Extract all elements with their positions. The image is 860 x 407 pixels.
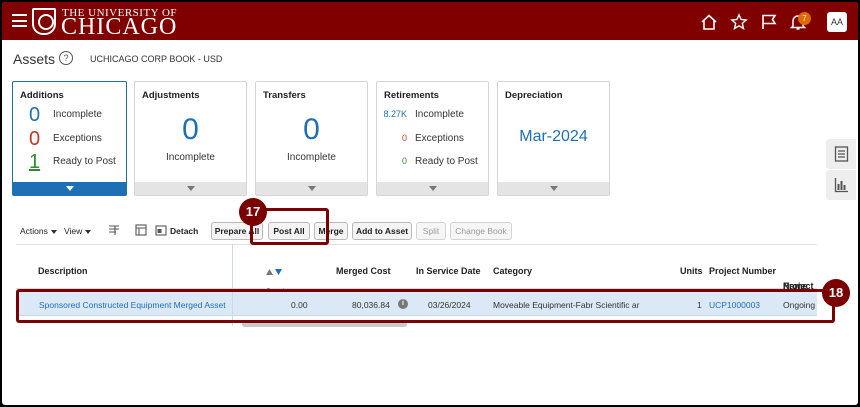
- table-toolbar: Actions View Detach Prepare All Post All…: [2, 221, 822, 241]
- actions-menu-label: Actions: [20, 226, 48, 236]
- additions-card[interactable]: Additions 0 Incomplete 0 Exceptions 1 Re…: [12, 81, 127, 196]
- menu-icon[interactable]: [12, 14, 27, 27]
- detach-icon[interactable]: [155, 224, 167, 238]
- additions-incomplete-label: Incomplete: [53, 109, 102, 120]
- actions-menu[interactable]: Actions: [20, 226, 57, 236]
- column-header-category[interactable]: Category: [493, 266, 532, 276]
- retirements-card-footer[interactable]: [377, 182, 488, 195]
- retirements-card-title: Retirements: [384, 90, 439, 101]
- adjustments-count: 0: [182, 113, 199, 146]
- retirements-ready-label: Ready to Post: [415, 156, 478, 167]
- adjustments-card-title: Adjustments: [142, 90, 200, 101]
- row-highlight-box: [16, 289, 835, 323]
- retirements-card[interactable]: Retirements 8.27K Incomplete 0 Exception…: [376, 81, 489, 196]
- change-book-button[interactable]: Change Book: [450, 222, 512, 240]
- adjustments-card-footer[interactable]: [135, 182, 246, 195]
- home-icon[interactable]: [700, 13, 718, 31]
- transfers-card[interactable]: Transfers 0 Incomplete: [255, 81, 368, 196]
- column-header-in-service-date[interactable]: In Service Date: [416, 266, 481, 276]
- additions-exceptions-label: Exceptions: [53, 133, 102, 144]
- column-header-merged-cost[interactable]: Merged Cost: [336, 266, 391, 276]
- adjustments-label: Incomplete: [166, 152, 215, 163]
- additions-incomplete-row[interactable]: 0 Incomplete: [13, 104, 126, 126]
- chevron-down-icon: [50, 229, 57, 234]
- step-18-callout: 18: [822, 279, 850, 307]
- chart-panel-icon[interactable]: [826, 170, 856, 200]
- additions-exceptions-count: 0: [29, 128, 41, 150]
- column-header-units[interactable]: Units: [680, 266, 703, 276]
- retirements-ready-row[interactable]: 0 Ready to Post: [377, 151, 488, 173]
- app-window: THE UNIVERSITY OF CHICAGO 7 AA Assets ? …: [2, 2, 858, 405]
- retirements-ready-count: 0: [401, 156, 407, 166]
- chevron-down-icon: [428, 186, 437, 191]
- depreciation-card[interactable]: Depreciation Mar-2024: [497, 81, 610, 196]
- transfers-label: Incomplete: [287, 152, 336, 163]
- additions-card-footer[interactable]: [13, 182, 126, 195]
- help-icon[interactable]: ?: [59, 51, 73, 65]
- chevron-down-icon: [85, 229, 92, 234]
- retirements-incomplete-label: Incomplete: [415, 109, 464, 120]
- split-button[interactable]: Split: [416, 222, 446, 240]
- asset-book-label: UCHICAGO CORP BOOK - USD: [90, 54, 223, 64]
- chevron-down-icon: [307, 186, 316, 191]
- chevron-down-icon: [65, 186, 74, 191]
- transfers-card-footer[interactable]: [256, 182, 367, 195]
- transfers-card-title: Transfers: [263, 90, 306, 101]
- retirements-exceptions-label: Exceptions: [415, 133, 464, 144]
- retirements-incomplete-row[interactable]: 8.27K Incomplete: [377, 104, 488, 126]
- adjustments-card[interactable]: Adjustments 0 Incomplete: [134, 81, 247, 196]
- freeze-icon[interactable]: [108, 224, 120, 238]
- column-header-cost[interactable]: Cost: [265, 266, 285, 297]
- retirements-exceptions-count: 0: [401, 133, 407, 143]
- sort-icon[interactable]: [265, 268, 283, 276]
- add-to-asset-button[interactable]: Add to Asset: [352, 222, 412, 240]
- table-header: Description Cost Merged Cost In Service …: [16, 244, 817, 297]
- university-shield-logo: [32, 8, 56, 35]
- retirements-incomplete-count: 8.27K: [383, 109, 407, 119]
- additions-ready-label: Ready to Post: [53, 156, 116, 167]
- additions-incomplete-count: 0: [29, 104, 41, 126]
- column-header-description[interactable]: Description: [38, 266, 88, 276]
- retirements-exceptions-row[interactable]: 0 Exceptions: [377, 128, 488, 150]
- document-panel-icon[interactable]: [826, 139, 856, 169]
- additions-card-title: Additions: [20, 90, 64, 101]
- star-icon[interactable]: [730, 13, 748, 31]
- view-menu[interactable]: View: [64, 226, 92, 236]
- view-menu-label: View: [64, 226, 83, 236]
- wrap-icon[interactable]: [135, 224, 147, 238]
- transfers-count: 0: [303, 113, 320, 146]
- depreciation-card-title: Depreciation: [505, 90, 563, 101]
- user-avatar[interactable]: AA: [827, 12, 847, 32]
- additions-ready-count: 1: [29, 151, 41, 173]
- chevron-down-icon: [186, 186, 195, 191]
- brand-title: CHICAGO: [61, 14, 178, 40]
- top-bar: THE UNIVERSITY OF CHICAGO 7 AA: [2, 2, 858, 40]
- detach-button[interactable]: Detach: [170, 226, 198, 236]
- notification-count-badge: 7: [798, 12, 811, 25]
- depreciation-period: Mar-2024: [519, 128, 588, 145]
- chevron-down-icon: [549, 186, 558, 191]
- additions-exceptions-row[interactable]: 0 Exceptions: [13, 128, 126, 150]
- step-17-callout: 17: [239, 198, 267, 226]
- column-header-project-number[interactable]: Project Number: [709, 266, 776, 276]
- depreciation-card-footer[interactable]: [498, 182, 609, 195]
- additions-ready-row[interactable]: 1 Ready to Post: [13, 151, 126, 173]
- flag-icon[interactable]: [760, 13, 778, 31]
- page-title: Assets: [13, 51, 56, 67]
